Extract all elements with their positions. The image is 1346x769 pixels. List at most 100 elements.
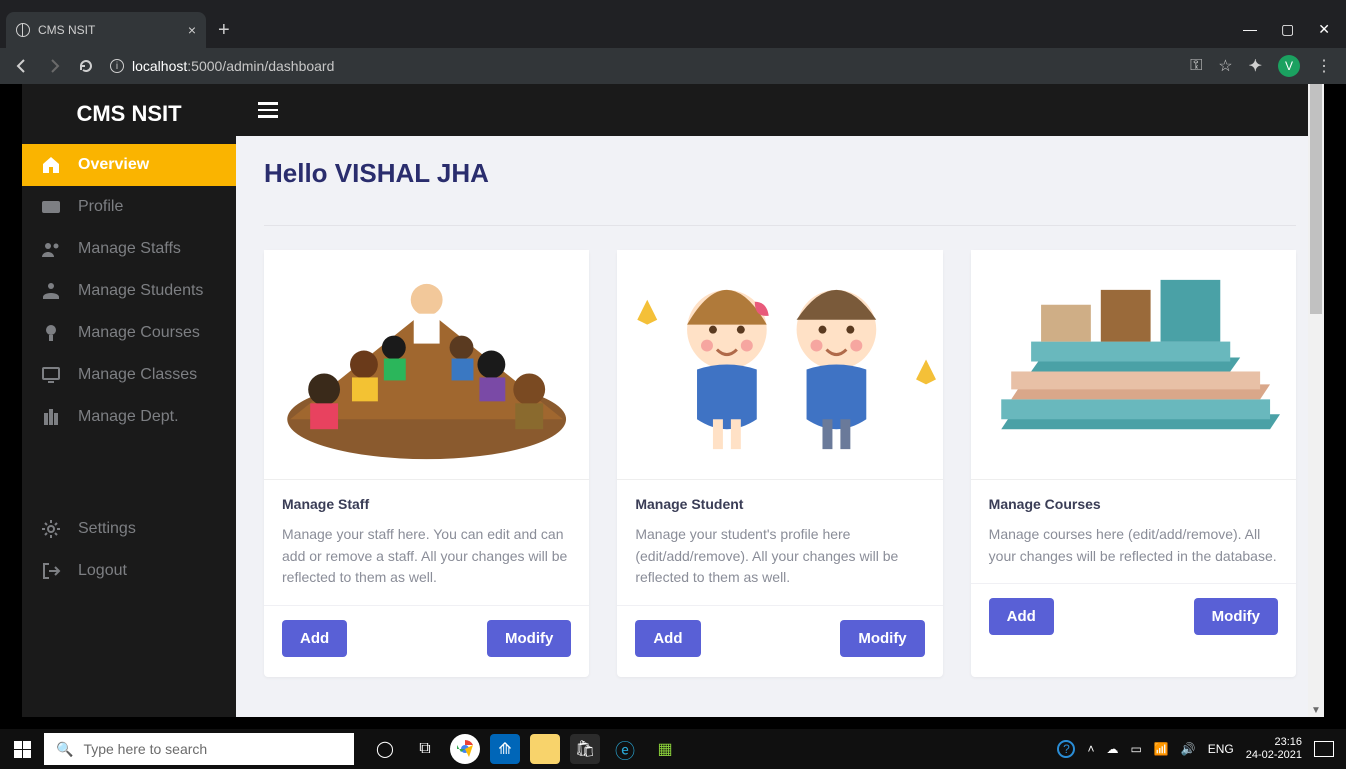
chevron-up-icon[interactable]: ˄: [1087, 742, 1094, 756]
cortana-icon[interactable]: ◯: [370, 734, 400, 764]
search-icon: 🔍: [56, 741, 73, 758]
sidebar-item-settings[interactable]: Settings: [22, 508, 236, 550]
taskbar-clock[interactable]: 23:16 24-02-2021: [1246, 736, 1302, 761]
reload-icon[interactable]: [78, 58, 94, 74]
password-key-icon[interactable]: ⚿: [1190, 57, 1202, 75]
address-bar[interactable]: i localhost:5000/admin/dashboard: [110, 58, 1174, 74]
close-window-icon[interactable]: ✕: [1318, 21, 1330, 38]
chrome-menu-icon[interactable]: ⋮: [1316, 56, 1332, 76]
sidebar-item-classes[interactable]: Manage Classes: [22, 354, 236, 396]
back-icon[interactable]: [14, 58, 30, 74]
site-info-icon[interactable]: i: [110, 59, 124, 73]
sidebar-item-profile[interactable]: Profile: [22, 186, 236, 228]
battery-icon[interactable]: ▭: [1130, 742, 1141, 756]
language-indicator[interactable]: ENG: [1208, 742, 1234, 756]
file-explorer-icon[interactable]: [530, 734, 560, 764]
sidebar-item-label: Manage Classes: [78, 366, 197, 384]
bookmark-star-icon[interactable]: ☆: [1218, 56, 1232, 76]
divider: [264, 225, 1296, 226]
browser-tab-strip: CMS NSIT × + — ▢ ✕: [0, 0, 1346, 48]
clock-date: 24-02-2021: [1246, 749, 1302, 762]
sidebar-item-label: Manage Students: [78, 282, 203, 300]
url-path: :5000/admin/dashboard: [187, 58, 334, 74]
sidebar-item-label: Manage Courses: [78, 324, 200, 342]
windows-taskbar: 🔍 Type here to search ◯ ⧉ ⟰ 🛍 ⓔ ▦ ? ˄ ☁ …: [0, 729, 1346, 769]
home-icon: [40, 154, 62, 176]
ms-store-icon[interactable]: 🛍: [570, 734, 600, 764]
card-title: Manage Student: [635, 496, 924, 512]
sidebar-item-logout[interactable]: Logout: [22, 550, 236, 592]
add-button[interactable]: Add: [989, 598, 1054, 635]
page-title: Hello VISHAL JHA: [264, 158, 1296, 189]
browser-toolbar: i localhost:5000/admin/dashboard ⚿ ☆ ✦ V…: [0, 48, 1346, 84]
card-manage-staff: Manage Staff Manage your staff here. You…: [264, 250, 589, 677]
browser-tab[interactable]: CMS NSIT ×: [6, 12, 206, 48]
vscode-icon[interactable]: ⟰: [490, 734, 520, 764]
close-tab-icon[interactable]: ×: [188, 22, 196, 38]
profile-avatar[interactable]: V: [1278, 55, 1300, 77]
taskbar-search[interactable]: 🔍 Type here to search: [44, 733, 354, 765]
cloud-icon[interactable]: ☁: [1106, 742, 1118, 756]
hamburger-icon[interactable]: [258, 102, 278, 118]
modify-button[interactable]: Modify: [1194, 598, 1278, 635]
url-host: localhost: [132, 58, 187, 74]
card-manage-courses: Manage Courses Manage courses here (edit…: [971, 250, 1296, 677]
scrollbar-thumb[interactable]: [1310, 84, 1322, 314]
sidebar-item-overview[interactable]: Overview: [22, 144, 236, 186]
task-view-icon[interactable]: ⧉: [410, 734, 440, 764]
sidebar-item-students[interactable]: Manage Students: [22, 270, 236, 312]
add-button[interactable]: Add: [635, 620, 700, 657]
chrome-icon[interactable]: [450, 734, 480, 764]
card-illustration-courses: [971, 250, 1296, 480]
badge-icon: [40, 322, 62, 344]
logout-icon: [40, 560, 62, 582]
help-icon[interactable]: ?: [1057, 740, 1075, 758]
sidebar: CMS NSIT Overview Profile Manage Staffs …: [22, 84, 236, 717]
tab-title: CMS NSIT: [38, 23, 180, 37]
sidebar-item-label: Logout: [78, 562, 127, 580]
building-icon: [40, 406, 62, 428]
volume-icon[interactable]: 🔊: [1181, 742, 1196, 756]
forward-icon[interactable]: [46, 58, 62, 74]
sidebar-item-staffs[interactable]: Manage Staffs: [22, 228, 236, 270]
sidebar-item-courses[interactable]: Manage Courses: [22, 312, 236, 354]
card-illustration-student: [617, 250, 942, 480]
sidebar-item-label: Manage Staffs: [78, 240, 181, 258]
reader-icon: [40, 280, 62, 302]
edge-icon[interactable]: ⓔ: [610, 734, 640, 764]
card-text: Manage your staff here. You can edit and…: [282, 524, 571, 589]
card-illustration-staff: [264, 250, 589, 480]
content: Hello VISHAL JHA: [236, 136, 1324, 699]
window-controls: — ▢ ✕: [1243, 21, 1346, 48]
windows-logo-icon: [14, 741, 31, 758]
id-card-icon: [40, 196, 62, 218]
sidebar-nav: Overview Profile Manage Staffs Manage St…: [22, 144, 236, 592]
sidebar-item-dept[interactable]: Manage Dept.: [22, 396, 236, 438]
monitor-icon: [40, 364, 62, 386]
add-button[interactable]: Add: [282, 620, 347, 657]
scrollbar[interactable]: ▼: [1308, 84, 1324, 717]
search-placeholder: Type here to search: [83, 741, 207, 757]
sidebar-item-label: Overview: [78, 156, 149, 174]
modify-button[interactable]: Modify: [840, 620, 924, 657]
notifications-icon[interactable]: [1314, 741, 1334, 757]
users-icon: [40, 238, 62, 260]
scroll-down-icon[interactable]: ▼: [1310, 703, 1322, 717]
minimize-icon[interactable]: —: [1243, 21, 1257, 38]
brand-title: CMS NSIT: [22, 84, 236, 144]
wifi-icon[interactable]: 📶: [1154, 742, 1169, 756]
sidebar-item-label: Profile: [78, 198, 123, 216]
extensions-puzzle-icon[interactable]: ✦: [1249, 56, 1262, 76]
card-text: Manage courses here (edit/add/remove). A…: [989, 524, 1278, 567]
gear-icon: [40, 518, 62, 540]
clock-time: 23:16: [1274, 736, 1302, 749]
topbar: [236, 84, 1324, 136]
card-title: Manage Staff: [282, 496, 571, 512]
modify-button[interactable]: Modify: [487, 620, 571, 657]
maximize-icon[interactable]: ▢: [1281, 21, 1294, 38]
card-text: Manage your student's profile here (edit…: [635, 524, 924, 589]
start-button[interactable]: [0, 741, 44, 758]
app-icon[interactable]: ▦: [650, 734, 680, 764]
card-manage-student: Manage Student Manage your student's pro…: [617, 250, 942, 677]
new-tab-button[interactable]: +: [218, 19, 230, 42]
